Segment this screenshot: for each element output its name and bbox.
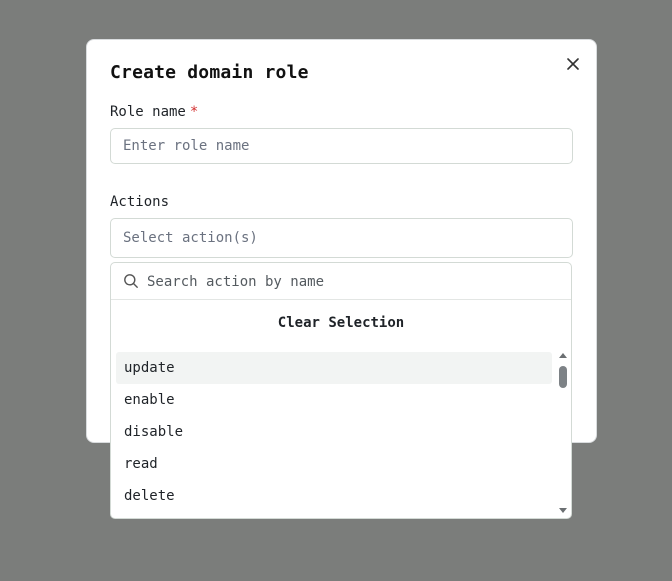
action-option-list: update enable disable read delete	[116, 352, 552, 512]
role-name-label-text: Role name	[110, 104, 186, 120]
option-list-scrollbar[interactable]	[557, 351, 569, 515]
required-mark: *	[189, 104, 199, 120]
option-update[interactable]: update	[116, 352, 552, 384]
action-search-input[interactable]	[147, 269, 557, 295]
close-icon	[567, 58, 579, 70]
option-disable[interactable]: disable	[116, 416, 552, 448]
scroll-down-arrow-icon[interactable]	[559, 508, 567, 513]
role-name-input[interactable]	[110, 128, 573, 164]
option-delete[interactable]: delete	[116, 480, 552, 512]
clear-selection-button[interactable]: Clear Selection	[111, 311, 571, 335]
option-enable[interactable]: enable	[116, 384, 552, 416]
dropdown-search	[111, 263, 571, 300]
actions-select-placeholder: Select action(s)	[123, 230, 258, 246]
role-name-label: Role name *	[110, 104, 198, 120]
option-read[interactable]: read	[116, 448, 552, 480]
actions-dropdown: Clear Selection update enable disable re…	[110, 262, 572, 519]
actions-select[interactable]: Select action(s)	[110, 218, 573, 258]
actions-label: Actions	[110, 194, 170, 210]
scroll-thumb[interactable]	[559, 366, 567, 388]
search-icon	[123, 273, 139, 289]
scroll-up-arrow-icon[interactable]	[559, 353, 567, 358]
close-button[interactable]	[563, 54, 583, 74]
dialog-title: Create domain role	[110, 62, 309, 83]
